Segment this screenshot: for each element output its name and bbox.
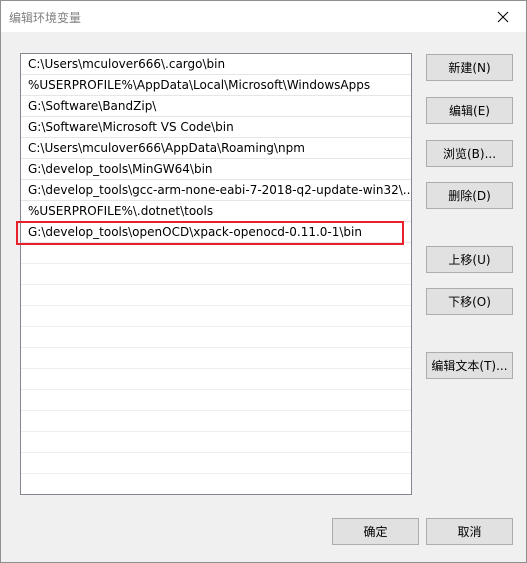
browse-button[interactable]: 浏览(B)...	[426, 140, 513, 167]
edit-env-var-dialog: 编辑环境变量 C:\Users\mculover666\.cargo\bin %…	[0, 0, 527, 563]
window-title: 编辑环境变量	[9, 11, 82, 25]
list-item[interactable]: G:\develop_tools\MinGW64\bin	[21, 159, 411, 180]
delete-button[interactable]: 删除(D)	[426, 182, 513, 209]
close-icon	[497, 11, 509, 22]
ok-button[interactable]: 确定	[332, 518, 419, 545]
empty-row[interactable]	[21, 432, 411, 453]
empty-row[interactable]	[21, 411, 411, 432]
title-bar: 编辑环境变量	[1, 1, 526, 32]
empty-row[interactable]	[21, 327, 411, 348]
empty-row[interactable]	[21, 243, 411, 264]
path-listbox[interactable]: C:\Users\mculover666\.cargo\bin %USERPRO…	[20, 53, 412, 495]
list-item[interactable]: C:\Users\mculover666\AppData\Roaming\npm	[21, 138, 411, 159]
empty-row[interactable]	[21, 348, 411, 369]
empty-row[interactable]	[21, 264, 411, 285]
close-button[interactable]	[480, 1, 526, 32]
cancel-button[interactable]: 取消	[426, 518, 513, 545]
list-item[interactable]: G:\develop_tools\gcc-arm-none-eabi-7-201…	[21, 180, 411, 201]
empty-row[interactable]	[21, 453, 411, 474]
empty-row[interactable]	[21, 306, 411, 327]
list-item[interactable]: C:\Users\mculover666\.cargo\bin	[21, 54, 411, 75]
edit-text-button[interactable]: 编辑文本(T)...	[426, 352, 513, 379]
empty-row[interactable]	[21, 390, 411, 411]
list-item-selected[interactable]: G:\develop_tools\openOCD\xpack-openocd-0…	[21, 222, 411, 243]
list-item[interactable]: %USERPROFILE%\AppData\Local\Microsoft\Wi…	[21, 75, 411, 96]
edit-button[interactable]: 编辑(E)	[426, 97, 513, 124]
move-down-button[interactable]: 下移(O)	[426, 288, 513, 315]
empty-row[interactable]	[21, 285, 411, 306]
list-item[interactable]: %USERPROFILE%\.dotnet\tools	[21, 201, 411, 222]
empty-row[interactable]	[21, 369, 411, 390]
list-item[interactable]: G:\Software\Microsoft VS Code\bin	[21, 117, 411, 138]
list-item[interactable]: G:\Software\BandZip\	[21, 96, 411, 117]
new-button[interactable]: 新建(N)	[426, 54, 513, 81]
move-up-button[interactable]: 上移(U)	[426, 246, 513, 273]
empty-row[interactable]	[21, 474, 411, 494]
